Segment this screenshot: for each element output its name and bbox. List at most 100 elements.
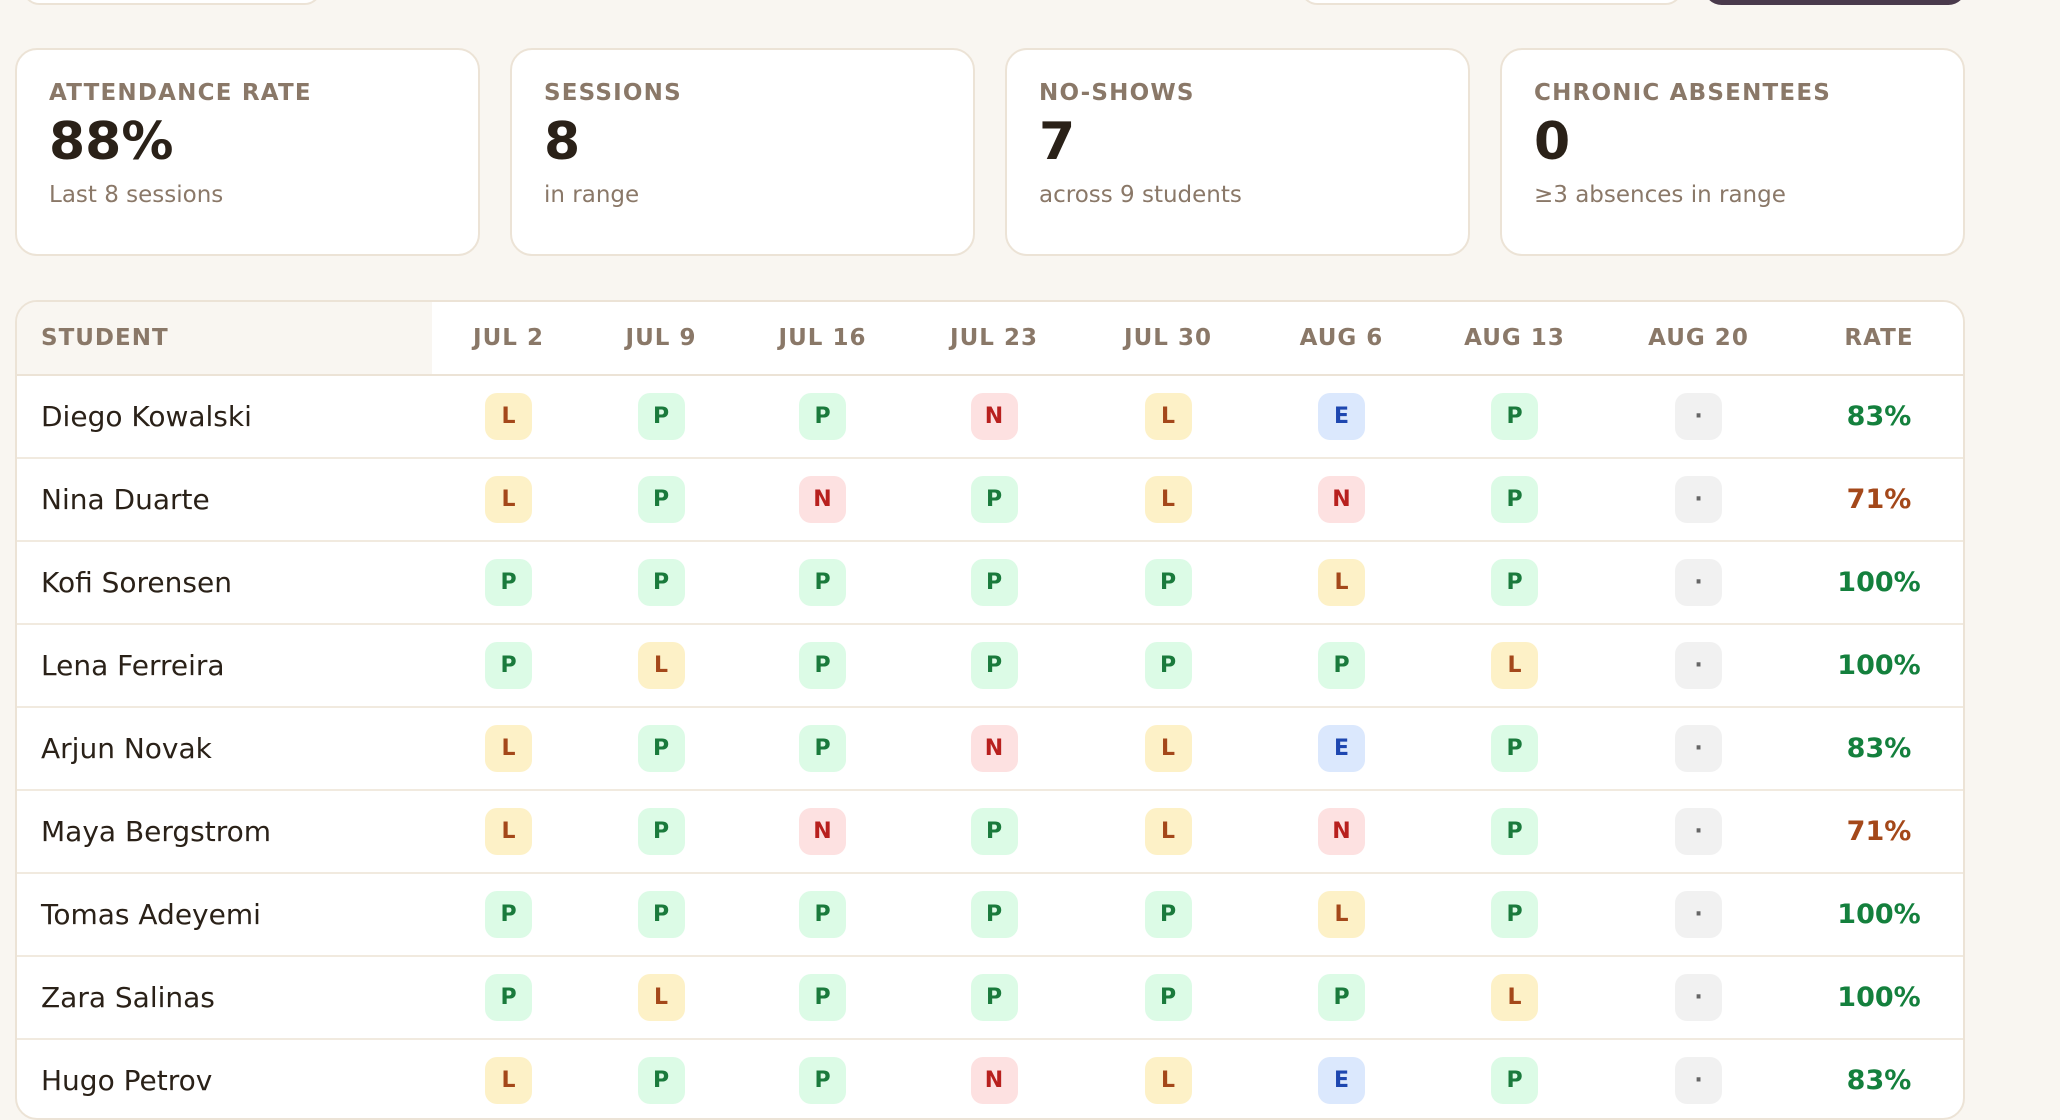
attendance-status-badge[interactable]: P <box>799 393 846 440</box>
student-name[interactable]: Zara Salinas <box>17 956 432 1040</box>
attendance-status-badge[interactable]: · <box>1675 808 1722 855</box>
attendance-status-badge[interactable]: L <box>1491 642 1538 689</box>
student-name[interactable]: Maya Bergstrom <box>17 790 432 874</box>
attendance-status-badge[interactable]: L <box>1144 476 1192 523</box>
attendance-status-badge[interactable]: P <box>1318 642 1365 689</box>
attendance-status-badge[interactable]: · <box>1675 559 1722 606</box>
attendance-status-badge[interactable]: P <box>485 559 532 606</box>
attendance-status-badge[interactable]: L <box>485 476 532 523</box>
attendance-status-badge[interactable]: P <box>1491 559 1538 606</box>
attendance-status-badge[interactable]: P <box>1144 559 1192 606</box>
student-name[interactable]: Diego Kowalski <box>17 375 432 459</box>
attendance-status-badge[interactable]: L <box>485 1057 532 1104</box>
attendance-status-badge[interactable]: N <box>799 476 846 523</box>
attendance-status-badge[interactable]: P <box>1144 891 1192 938</box>
attendance-status-badge[interactable]: L <box>637 642 685 689</box>
table-row[interactable]: Lena Ferreira P L P P P P L · 100% <box>17 624 1963 708</box>
column-header-date[interactable]: AUG 6 <box>1256 302 1427 376</box>
student-name[interactable]: Tomas Adeyemi <box>17 873 432 957</box>
attendance-status-badge[interactable]: · <box>1675 891 1722 938</box>
attendance-status-badge[interactable]: P <box>1491 891 1538 938</box>
attendance-status-badge[interactable]: N <box>970 725 1018 772</box>
column-header-date[interactable]: JUL 16 <box>737 302 908 376</box>
column-header-date[interactable]: JUL 23 <box>908 302 1080 376</box>
attendance-status-badge[interactable]: P <box>485 891 532 938</box>
attendance-status-badge[interactable]: P <box>637 891 685 938</box>
attendance-status-badge[interactable]: P <box>970 891 1018 938</box>
table-row[interactable]: Diego Kowalski L P P N L E P · 83% <box>17 375 1963 459</box>
attendance-status-badge[interactable]: P <box>970 476 1018 523</box>
attendance-status-badge[interactable]: P <box>1318 974 1365 1021</box>
attendance-status-badge[interactable]: N <box>1318 808 1365 855</box>
attendance-status-badge[interactable]: L <box>1318 891 1365 938</box>
attendance-status-badge[interactable]: · <box>1675 1057 1722 1104</box>
attendance-status-badge[interactable]: N <box>970 393 1018 440</box>
attendance-status-badge[interactable]: P <box>1491 393 1538 440</box>
attendance-status-badge[interactable]: P <box>1491 808 1538 855</box>
column-header-date[interactable]: JUL 9 <box>585 302 737 376</box>
attendance-status-badge[interactable]: · <box>1675 725 1722 772</box>
column-header-date[interactable]: JUL 2 <box>432 302 585 376</box>
table-row[interactable]: Arjun Novak L P P N L E P · 83% <box>17 707 1963 791</box>
attendance-status-badge[interactable]: L <box>485 393 532 440</box>
attendance-status-badge[interactable]: P <box>485 974 532 1021</box>
column-header-student[interactable]: STUDENT <box>17 302 432 376</box>
attendance-status-badge[interactable]: L <box>1144 393 1192 440</box>
attendance-status-badge[interactable]: L <box>485 808 532 855</box>
attendance-status-badge[interactable]: P <box>1144 974 1192 1021</box>
table-row[interactable]: Kofi Sorensen P P P P P L P · 100% <box>17 541 1963 625</box>
attendance-status-badge[interactable]: P <box>637 808 685 855</box>
attendance-status-badge[interactable]: P <box>485 642 532 689</box>
attendance-status-badge[interactable]: L <box>1144 1057 1192 1104</box>
column-header-rate[interactable]: RATE <box>1795 302 1963 376</box>
attendance-status-badge[interactable]: P <box>637 1057 685 1104</box>
attendance-status-badge[interactable]: P <box>637 725 685 772</box>
attendance-status-badge[interactable]: E <box>1318 393 1365 440</box>
table-row[interactable]: Zara Salinas P L P P P P L · 100% <box>17 956 1963 1040</box>
attendance-status-badge[interactable]: P <box>637 559 685 606</box>
attendance-status-badge[interactable]: P <box>799 891 846 938</box>
attendance-status-badge[interactable]: L <box>485 725 532 772</box>
attendance-status-badge[interactable]: L <box>1318 559 1365 606</box>
attendance-status-badge[interactable]: P <box>970 808 1018 855</box>
attendance-status-badge[interactable]: P <box>799 725 846 772</box>
column-header-date[interactable]: AUG 20 <box>1602 302 1795 376</box>
primary-action-button[interactable] <box>1704 0 1966 5</box>
attendance-status-badge[interactable]: P <box>637 476 685 523</box>
table-row[interactable]: Tomas Adeyemi P P P P P L P · 100% <box>17 873 1963 957</box>
attendance-status-badge[interactable]: N <box>1318 476 1365 523</box>
student-name[interactable]: Arjun Novak <box>17 707 432 791</box>
attendance-status-badge[interactable]: P <box>799 974 846 1021</box>
attendance-status-badge[interactable]: P <box>637 393 685 440</box>
attendance-status-badge[interactable]: P <box>970 974 1018 1021</box>
attendance-status-badge[interactable]: · <box>1675 974 1722 1021</box>
student-name[interactable]: Nina Duarte <box>17 458 432 542</box>
attendance-status-badge[interactable]: L <box>1491 974 1538 1021</box>
attendance-status-badge[interactable]: · <box>1675 393 1722 440</box>
column-header-date[interactable]: JUL 30 <box>1080 302 1256 376</box>
table-row[interactable]: Nina Duarte L P N P L N P · 71% <box>17 458 1963 542</box>
attendance-status-badge[interactable]: P <box>970 559 1018 606</box>
table-row[interactable]: Maya Bergstrom L P N P L N P · 71% <box>17 790 1963 874</box>
date-range-control[interactable] <box>1300 0 1683 5</box>
attendance-status-badge[interactable]: P <box>1491 725 1538 772</box>
student-name[interactable]: Lena Ferreira <box>17 624 432 708</box>
attendance-status-badge[interactable]: P <box>799 559 846 606</box>
column-header-date[interactable]: AUG 13 <box>1427 302 1602 376</box>
filter-control[interactable] <box>22 0 322 5</box>
attendance-status-badge[interactable]: N <box>970 1057 1018 1104</box>
attendance-status-badge[interactable]: P <box>1491 476 1538 523</box>
student-name[interactable]: Kofi Sorensen <box>17 541 432 625</box>
attendance-status-badge[interactable]: E <box>1318 1057 1365 1104</box>
attendance-status-badge[interactable]: L <box>1144 725 1192 772</box>
attendance-status-badge[interactable]: P <box>799 642 846 689</box>
table-row[interactable]: Hugo Petrov L P P N L E P · 83% <box>17 1039 1963 1118</box>
attendance-status-badge[interactable]: P <box>1144 642 1192 689</box>
student-name[interactable]: Hugo Petrov <box>17 1039 432 1118</box>
attendance-status-badge[interactable]: L <box>1144 808 1192 855</box>
attendance-status-badge[interactable]: P <box>970 642 1018 689</box>
attendance-status-badge[interactable]: · <box>1675 476 1722 523</box>
attendance-status-badge[interactable]: P <box>1491 1057 1538 1104</box>
attendance-status-badge[interactable]: L <box>637 974 685 1021</box>
attendance-status-badge[interactable]: E <box>1318 725 1365 772</box>
